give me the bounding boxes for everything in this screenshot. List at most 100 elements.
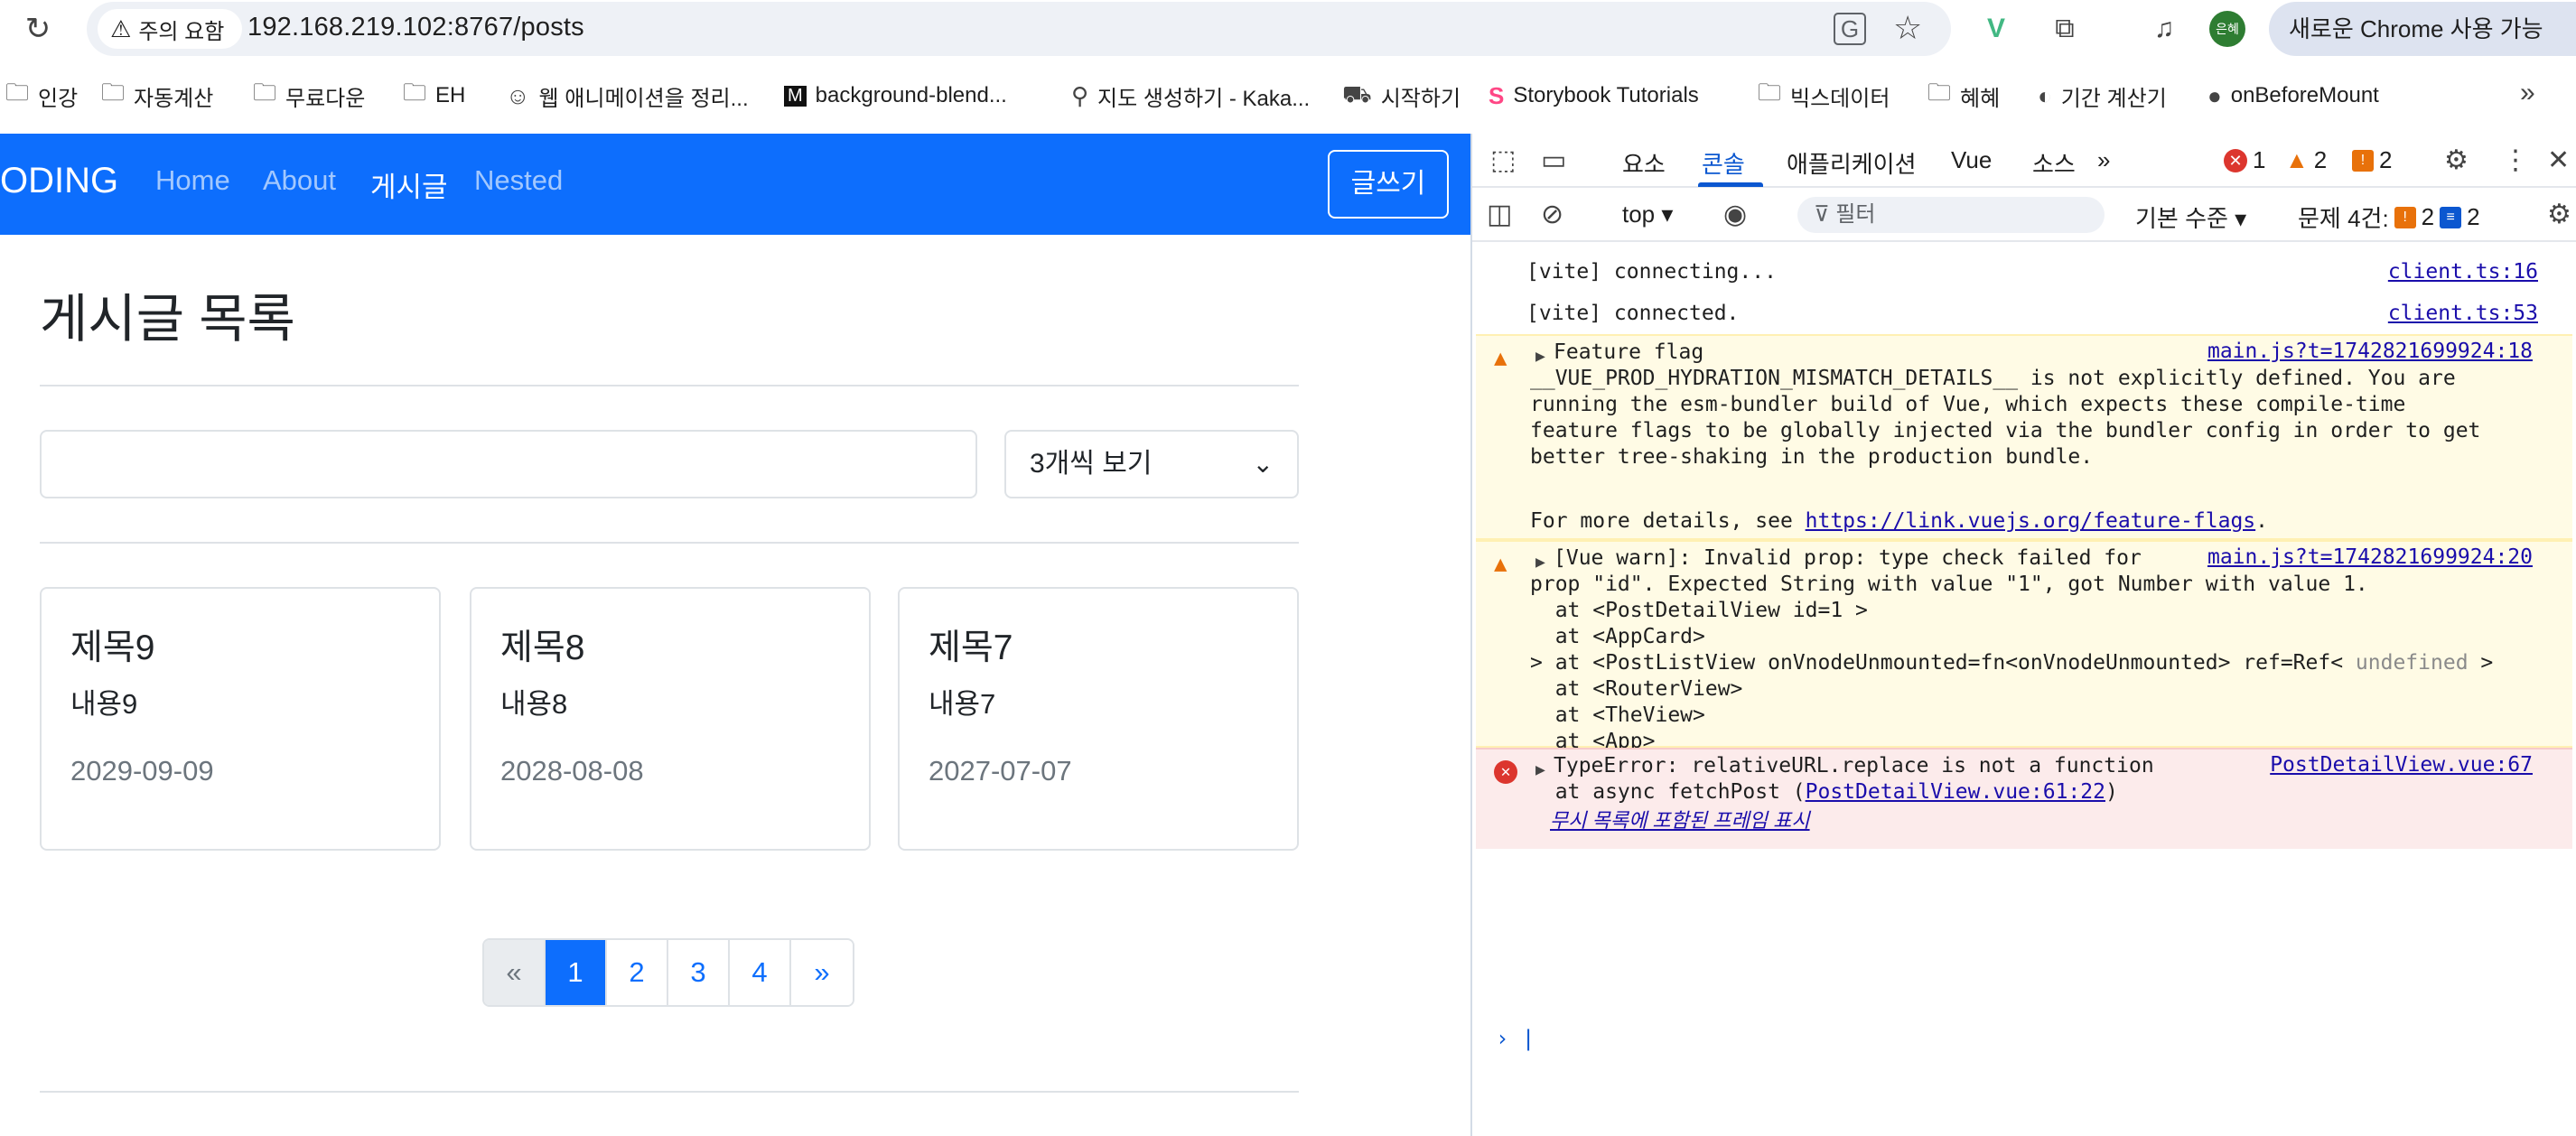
bookmark-star-icon[interactable]: ☆	[1893, 9, 1922, 47]
nav-posts[interactable]: 게시글	[370, 164, 448, 205]
bookmark-item[interactable]: 🗀 인강	[5, 78, 78, 114]
issue-counter[interactable]: ! 2	[2352, 146, 2392, 174]
security-label: 주의 요함	[138, 19, 225, 44]
device-toolbar-icon[interactable]: ▭	[1541, 144, 1566, 176]
issues-warn-count: 2	[2421, 203, 2435, 230]
tab-elements[interactable]: 요소	[1622, 146, 1666, 180]
page-size-select[interactable]: 3개씩 보기 ⌄	[1004, 430, 1299, 498]
post-card[interactable]: 제목7 내용7 2027-07-07	[898, 587, 1299, 851]
tab-sources[interactable]: 소스	[2032, 146, 2076, 180]
post-card[interactable]: 제목8 내용8 2028-08-08	[470, 587, 871, 851]
console-filter-input[interactable]: ⊽ 필터	[1797, 197, 2105, 233]
bookmark-label: 혜혜	[1960, 86, 2001, 111]
stack-source-link[interactable]: PostDetailView.vue:61:22	[1806, 780, 2105, 804]
bookmark-item[interactable]: 🗀 EH	[403, 78, 465, 114]
devtools-tab-bar: ⬚ ▭ 요소 콘솔 애플리케이션 Vue 소스 » ✕ 1 ▲ 2 ! 2 ⚙ …	[1472, 134, 2576, 188]
nav-nested[interactable]: Nested	[474, 164, 563, 197]
log-message: [vite] connected.	[1526, 302, 1740, 325]
bookmark-label: 웹 애니메이션을 정리...	[538, 86, 749, 111]
expand-triangle-icon[interactable]: ▶	[1535, 347, 1545, 366]
pagination-page-1[interactable]: 1	[546, 940, 607, 1005]
stack-prefix: at async fetchPost (	[1530, 780, 1806, 804]
bookmark-item[interactable]: 🗀 무료다운	[253, 78, 365, 114]
post-card[interactable]: 제목9 내용9 2029-09-09	[40, 587, 441, 851]
warning-count: 2	[2313, 146, 2328, 173]
context-select[interactable]: top ▾	[1622, 200, 1673, 228]
post-title: 제목7	[929, 629, 1013, 667]
tab-application[interactable]: 애플리케이션	[1787, 146, 1917, 180]
close-icon[interactable]: ✕	[2547, 144, 2570, 176]
expand-triangle-icon[interactable]: ▶	[1535, 760, 1545, 779]
active-tab-indicator	[1698, 182, 1763, 187]
tab-vue[interactable]: Vue	[1951, 146, 1992, 174]
reload-icon[interactable]: ↻	[20, 11, 56, 47]
bookmark-item[interactable]: ☺ 웹 애니메이션을 정리...	[506, 78, 749, 114]
error-counter[interactable]: ✕ 1	[2224, 146, 2265, 174]
translate-icon[interactable]: G	[1834, 13, 1866, 45]
live-expression-eye-icon[interactable]: ◉	[1723, 199, 1747, 230]
inspect-element-icon[interactable]: ⬚	[1490, 144, 1516, 176]
log-source-link[interactable]: client.ts:16	[2388, 260, 2538, 284]
log-level-select[interactable]: 기본 수준 ▾	[2135, 200, 2246, 234]
brand-logo[interactable]: ODING	[0, 161, 118, 201]
console-settings-icon[interactable]: ⚙	[2547, 199, 2571, 230]
vue-devtools-extension-icon[interactable]: V	[1976, 9, 2016, 49]
error-head: TypeError: relativeURL.replace is not a …	[1554, 754, 2154, 778]
clear-console-icon[interactable]: ⊘	[1541, 199, 1563, 230]
settings-gear-icon[interactable]: ⚙	[2444, 144, 2469, 176]
nav-about[interactable]: About	[263, 164, 336, 197]
expand-triangle-icon[interactable]: ▶	[1535, 553, 1545, 572]
log-source-link[interactable]: client.ts:53	[2388, 302, 2538, 325]
bookmark-item[interactable]: ⛟ 시작하기	[1342, 78, 1461, 114]
bookmark-item[interactable]: ◐ 기간 계산기	[2038, 78, 2167, 114]
bookmark-item[interactable]: 🗀 혜혜	[1927, 78, 2000, 114]
bookmark-item[interactable]: 🗀 빅스데이터	[1758, 78, 1890, 114]
security-chip[interactable]: ⚠ 주의 요함	[98, 9, 243, 49]
console-prompt[interactable]: › |	[1496, 1026, 1535, 1051]
warning-body: __VUE_PROD_HYDRATION_MISMATCH_DETAILS__ …	[1530, 367, 2481, 469]
devtools-panel: ⬚ ▭ 요소 콘솔 애플리케이션 Vue 소스 » ✕ 1 ▲ 2 ! 2 ⚙ …	[1470, 134, 2576, 1136]
warning-source-link[interactable]: main.js?t=1742821699924:20	[2207, 545, 2533, 569]
sidebar-toggle-icon[interactable]: ◫	[1487, 199, 1512, 230]
pagination-page-2[interactable]: 2	[607, 940, 668, 1005]
issues-counter[interactable]: 문제 4건: ! 2 ≡ 2	[2298, 200, 2480, 234]
folder-icon: 🗀	[253, 79, 277, 106]
more-tabs-icon[interactable]: »	[2097, 146, 2110, 174]
warning-source-link[interactable]: main.js?t=1742821699924:18	[2207, 340, 2533, 363]
bookmark-item[interactable]: Mbackground-blend...	[784, 78, 1007, 114]
profile-avatar[interactable]: 은혜	[2209, 11, 2245, 47]
bookmarks-overflow-icon[interactable]: »	[2520, 78, 2535, 108]
feature-flags-link[interactable]: https://link.vuejs.org/feature-flags	[1806, 509, 2256, 533]
bookmark-item[interactable]: ● onBeforeMount	[2207, 78, 2379, 114]
pagination-next[interactable]: »	[791, 940, 853, 1005]
media-control-icon[interactable]: ♫	[2144, 9, 2184, 49]
bookmark-item[interactable]: 🗀 자동계산	[101, 78, 213, 114]
post-date: 2028-08-08	[500, 755, 644, 787]
chrome-update-button[interactable]: 새로운 Chrome 사용 가능	[2269, 2, 2576, 56]
bookmark-label: 자동계산	[134, 86, 214, 111]
stack-suffix: )	[2105, 780, 2118, 804]
pagination-prev[interactable]: «	[484, 940, 546, 1005]
pagination-page-4[interactable]: 4	[730, 940, 791, 1005]
bookmark-item[interactable]: ⚲ 지도 생성하기 - Kaka...	[1071, 78, 1310, 114]
url-text[interactable]: 192.168.219.102:8767/posts	[247, 13, 584, 42]
folder-icon: 🗀	[1927, 79, 1952, 106]
nav-home[interactable]: Home	[155, 164, 230, 197]
warning-head: Feature flag	[1554, 340, 1704, 364]
warning-counter[interactable]: ▲ 2	[2285, 146, 2327, 174]
pagination-page-3[interactable]: 3	[668, 940, 730, 1005]
search-input[interactable]	[40, 430, 977, 498]
write-post-button[interactable]: 글쓰기	[1328, 150, 1449, 219]
more-options-icon[interactable]: ⋮	[2502, 144, 2529, 176]
folder-icon: 🗀	[403, 79, 427, 106]
tab-console[interactable]: 콘솔	[1702, 146, 1745, 180]
error-stack: at async fetchPost (PostDetailView.vue:6…	[1530, 779, 2118, 805]
pagination: « 1 2 3 4 »	[482, 938, 854, 1007]
warning-body-end: >	[2468, 651, 2494, 675]
warning-icon: ▲	[1494, 551, 1507, 576]
extensions-puzzle-icon[interactable]: ⧉	[2045, 9, 2085, 49]
bookmark-item[interactable]: S Storybook Tutorials	[1489, 78, 1699, 114]
error-source-link[interactable]: PostDetailView.vue:67	[2270, 753, 2533, 777]
issue-count: 2	[2379, 146, 2393, 173]
show-ignored-frames-link[interactable]: 무시 목록에 포함된 프레임 표시	[1550, 807, 1810, 833]
